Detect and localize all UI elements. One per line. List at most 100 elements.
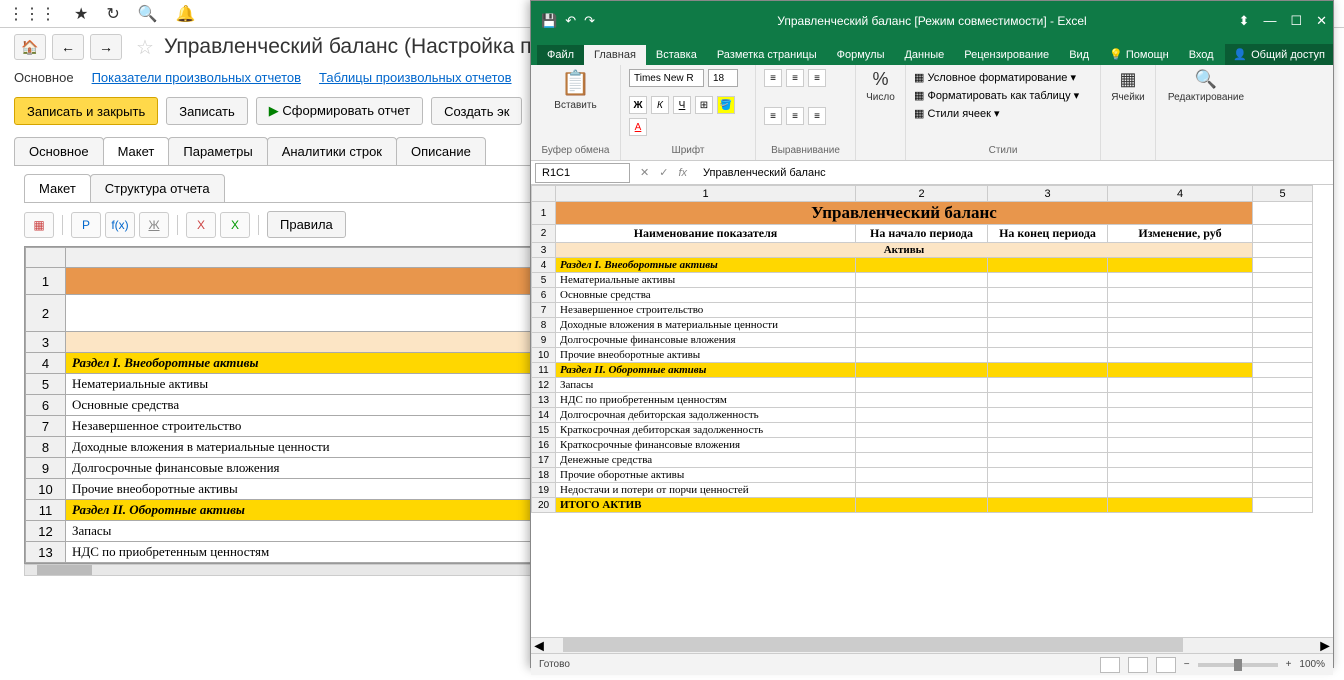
data-cell[interactable] xyxy=(856,288,988,303)
row-header[interactable]: 8 xyxy=(532,318,556,333)
tab-home[interactable]: Главная xyxy=(584,45,646,65)
editing-button[interactable]: 🔍Редактирование xyxy=(1164,69,1248,103)
tool-6[interactable]: X xyxy=(220,212,250,238)
undo-icon[interactable]: ↶ xyxy=(565,13,576,29)
row-header[interactable]: 9 xyxy=(532,333,556,348)
cancel-icon[interactable]: ✕ xyxy=(640,166,649,179)
col-header[interactable]: 5 xyxy=(1253,186,1313,202)
data-cell[interactable] xyxy=(988,333,1108,348)
horizontal-scrollbar[interactable]: ◄ ► xyxy=(531,637,1333,653)
row-header[interactable]: 2 xyxy=(26,295,66,332)
data-cell[interactable] xyxy=(1108,318,1253,333)
login-label[interactable]: Вход xyxy=(1179,45,1224,65)
tool-2[interactable]: P xyxy=(71,212,101,238)
header-cell[interactable]: Изменение, руб xyxy=(1108,225,1253,243)
row-header[interactable]: 16 xyxy=(532,438,556,453)
font-input[interactable] xyxy=(629,69,704,87)
data-cell[interactable] xyxy=(988,363,1108,378)
cells-button[interactable]: ▦Ячейки xyxy=(1109,69,1147,103)
tab-view[interactable]: Вид xyxy=(1059,45,1099,65)
data-cell[interactable]: Краткосрочная дебиторская задолженность xyxy=(556,423,856,438)
data-cell[interactable] xyxy=(856,273,988,288)
zoom-level[interactable]: 100% xyxy=(1299,659,1325,670)
row-header[interactable]: 3 xyxy=(532,243,556,258)
row-header[interactable]: 19 xyxy=(532,483,556,498)
row-header[interactable]: 12 xyxy=(532,378,556,393)
data-cell[interactable]: Нематериальные активы xyxy=(556,273,856,288)
subtab-maket[interactable]: Макет xyxy=(24,174,91,202)
row-header[interactable]: 13 xyxy=(532,393,556,408)
name-box[interactable]: R1C1 xyxy=(535,163,630,183)
data-cell[interactable] xyxy=(988,378,1108,393)
tab-review[interactable]: Рецензирование xyxy=(954,45,1059,65)
data-cell[interactable]: Раздел II. Оборотные активы xyxy=(556,363,856,378)
section-cell[interactable]: Активы xyxy=(556,243,1253,258)
cell-styles[interactable]: ▦ Стили ячеек ▾ xyxy=(914,105,1092,123)
row-header[interactable]: 1 xyxy=(26,268,66,295)
row-header[interactable]: 12 xyxy=(26,521,66,542)
share-button[interactable]: 👤 Общий доступ xyxy=(1225,44,1333,65)
row-header[interactable]: 15 xyxy=(532,423,556,438)
row-header[interactable]: 11 xyxy=(26,500,66,521)
align-left[interactable]: ≡ xyxy=(764,107,782,125)
data-cell[interactable] xyxy=(988,348,1108,363)
save-button[interactable]: Записать xyxy=(166,97,248,125)
tab-insert[interactable]: Вставка xyxy=(646,45,707,65)
star-icon[interactable]: ★ xyxy=(74,4,88,24)
help-label[interactable]: 💡 Помощн xyxy=(1099,44,1179,65)
history-icon[interactable]: ↻ xyxy=(106,4,119,24)
tab-description[interactable]: Описание xyxy=(396,137,486,165)
data-cell[interactable] xyxy=(1108,498,1253,513)
row-header[interactable]: 7 xyxy=(532,303,556,318)
data-cell[interactable] xyxy=(988,468,1108,483)
data-cell[interactable] xyxy=(856,363,988,378)
data-cell[interactable] xyxy=(988,408,1108,423)
italic-button[interactable]: К xyxy=(651,96,669,114)
data-cell[interactable] xyxy=(988,453,1108,468)
align-right[interactable]: ≡ xyxy=(808,107,826,125)
data-cell[interactable] xyxy=(988,258,1108,273)
header-cell[interactable]: На начало периода xyxy=(856,225,988,243)
tool-5[interactable]: X xyxy=(186,212,216,238)
data-cell[interactable] xyxy=(856,378,988,393)
tab-data[interactable]: Данные xyxy=(894,45,954,65)
data-cell[interactable] xyxy=(1108,453,1253,468)
data-cell[interactable]: Прочие оборотные активы xyxy=(556,468,856,483)
header-cell[interactable]: Наименование показателя xyxy=(556,225,856,243)
formula-input[interactable]: Управленческий баланс xyxy=(697,167,1333,179)
data-cell[interactable]: Денежные средства xyxy=(556,453,856,468)
data-cell[interactable] xyxy=(856,498,988,513)
data-cell[interactable] xyxy=(988,318,1108,333)
bold-button[interactable]: Ж xyxy=(629,96,647,114)
data-cell[interactable] xyxy=(988,483,1108,498)
generate-button[interactable]: ▶ Сформировать отчет xyxy=(256,97,423,125)
title-cell[interactable]: Управленческий баланс xyxy=(556,202,1253,225)
data-cell[interactable] xyxy=(1108,423,1253,438)
data-cell[interactable] xyxy=(988,423,1108,438)
row-header[interactable]: 20 xyxy=(532,498,556,513)
row-header[interactable]: 5 xyxy=(26,374,66,395)
row-header[interactable]: 4 xyxy=(532,258,556,273)
data-cell[interactable]: ИТОГО АКТИВ xyxy=(556,498,856,513)
tab-formulas[interactable]: Формулы xyxy=(827,45,895,65)
number-button[interactable]: %Число xyxy=(864,69,897,103)
tab-osnovnoe[interactable]: Основное xyxy=(14,137,104,165)
tool-1[interactable]: ▦ xyxy=(24,212,54,238)
tab-params[interactable]: Параметры xyxy=(168,137,267,165)
zoom-in[interactable]: + xyxy=(1286,659,1292,670)
row-header[interactable]: 8 xyxy=(26,437,66,458)
data-cell[interactable] xyxy=(1108,408,1253,423)
row-header[interactable]: 17 xyxy=(532,453,556,468)
enter-icon[interactable]: ✓ xyxy=(659,166,668,179)
data-cell[interactable] xyxy=(988,498,1108,513)
tab-file[interactable]: Файл xyxy=(537,45,584,65)
apps-icon[interactable]: ⋮⋮⋮ xyxy=(8,4,56,24)
minimize-icon[interactable]: — xyxy=(1263,13,1276,29)
align-center[interactable]: ≡ xyxy=(786,107,804,125)
data-cell[interactable] xyxy=(1108,393,1253,408)
data-cell[interactable]: Долгосрочные финансовые вложения xyxy=(556,333,856,348)
data-cell[interactable] xyxy=(988,273,1108,288)
create-button[interactable]: Создать эк xyxy=(431,97,522,125)
subtab-structure[interactable]: Структура отчета xyxy=(90,174,225,202)
save-close-button[interactable]: Записать и закрыть xyxy=(14,97,158,125)
